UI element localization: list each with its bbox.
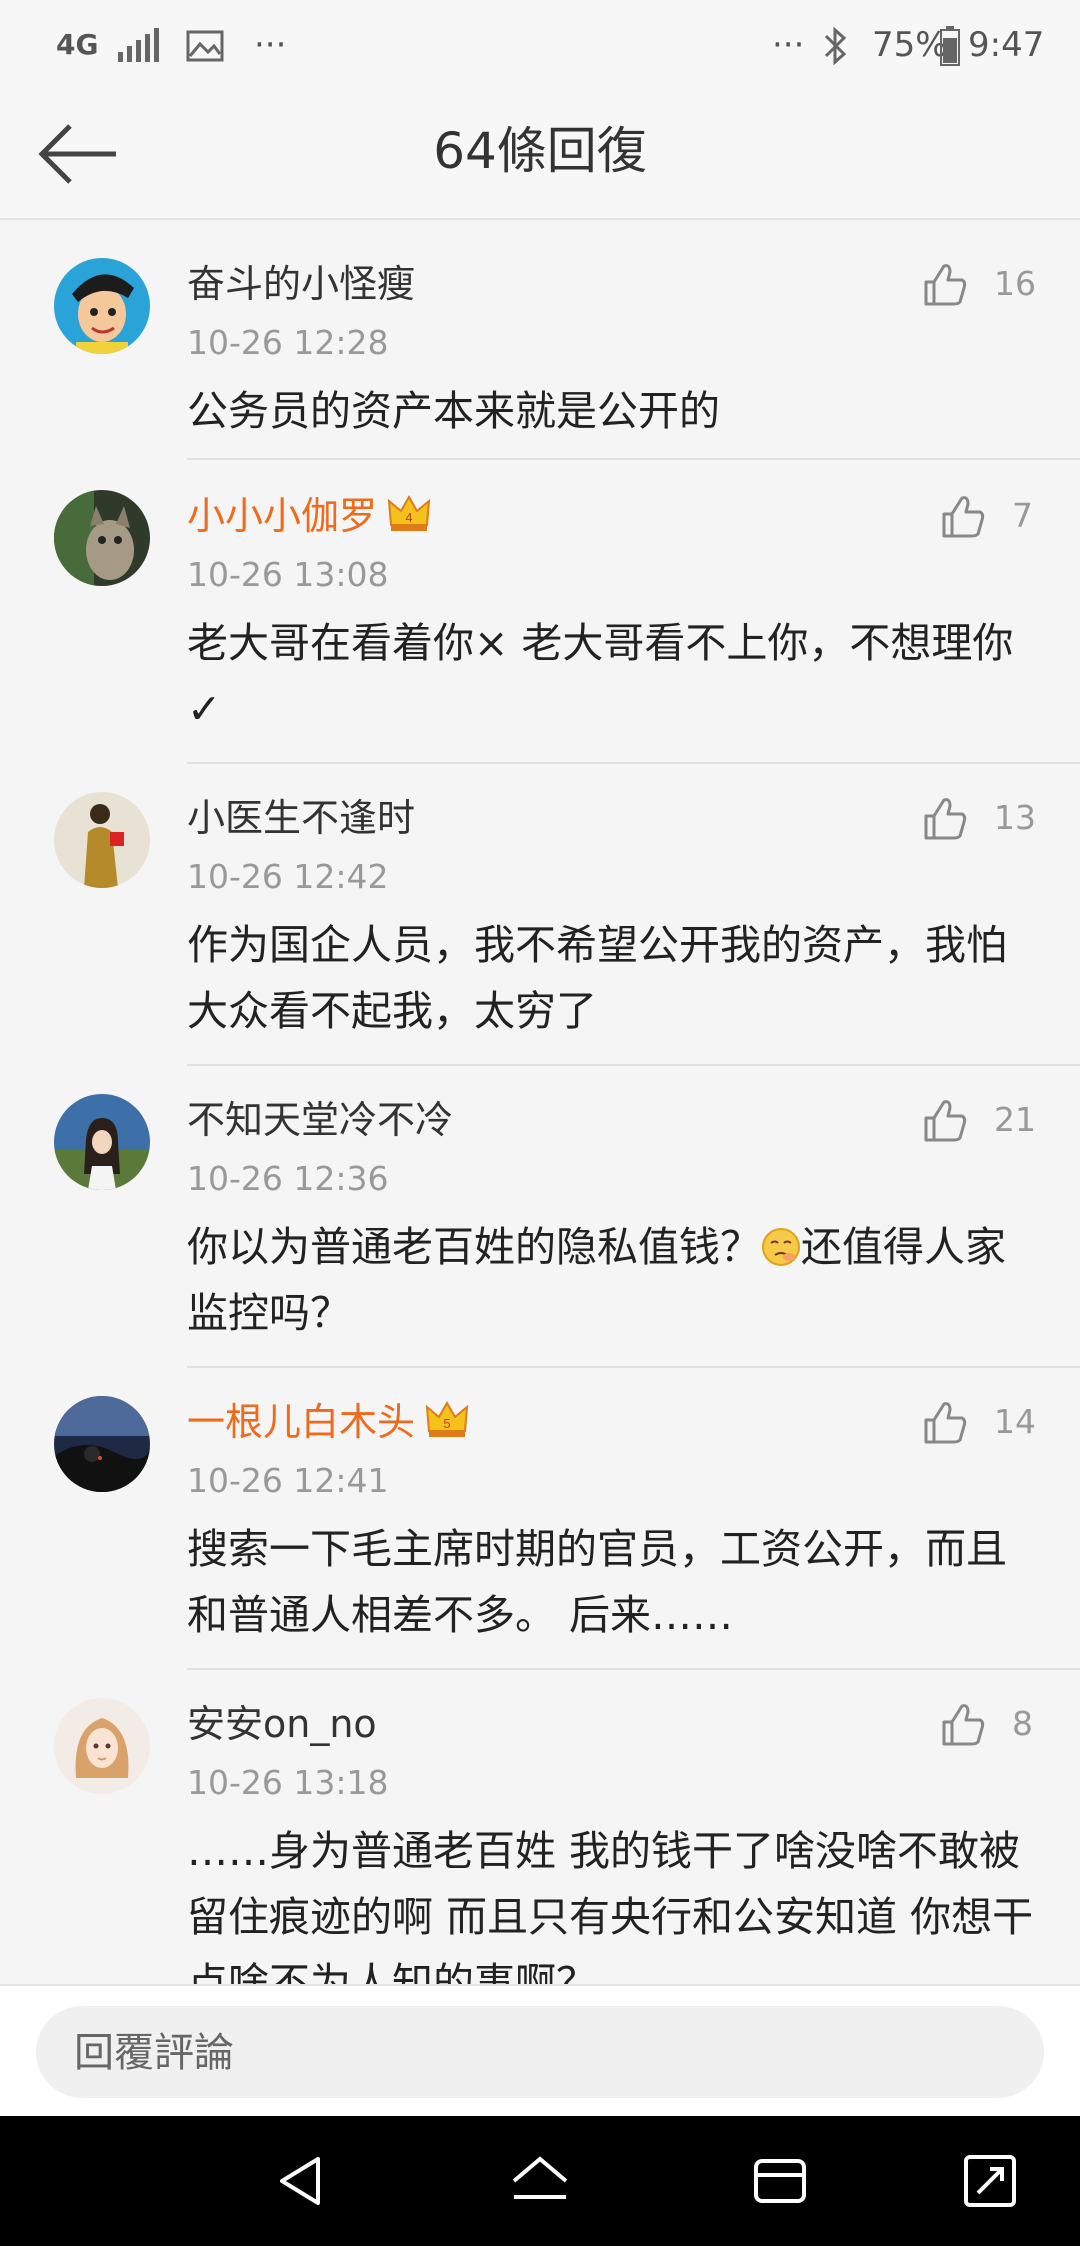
reply-input[interactable]: 回覆評論 — [36, 2006, 1044, 2098]
like-button[interactable] — [940, 1700, 988, 1748]
thumb-up-icon — [924, 264, 967, 306]
comment-text: 你以为普通老百姓的隐私值钱？ 还值得人家监控吗？ — [187, 1214, 1037, 1346]
battery-percent: 75% — [872, 25, 948, 65]
like-button[interactable] — [922, 794, 970, 842]
like-button[interactable] — [922, 1398, 970, 1446]
image-icon — [186, 28, 224, 74]
comment-item: 不知天堂冷不冷 21 10-26 12:36 你以为普通老百姓的隐私值钱？ 还值得… — [0, 1066, 1080, 1368]
more-notifications: ··· — [254, 25, 287, 65]
expand-icon — [964, 2155, 1016, 2207]
reply-placeholder: 回覆評論 — [74, 2030, 234, 2076]
comment-text-part: 你以为普通老百姓的隐私值钱？ — [187, 1223, 761, 1271]
night-avatar-icon — [54, 1396, 150, 1492]
thumb-up-icon — [924, 1402, 967, 1444]
comment-text: ……身为普通老百姓 我的钱干了啥没啥不敢被留住痕迹的啊 而且只有央行和公安知道 … — [187, 1827, 1034, 1984]
vip-crown-icon: 5 — [425, 1397, 469, 1441]
comment-list[interactable]: 奋斗的小怪瘦 16 10-26 12:28 公务员的资产本来就是公开的 小小小伽… — [0, 220, 1080, 1984]
thumb-up-icon — [924, 1100, 967, 1142]
home-icon — [512, 2156, 568, 2199]
like-button[interactable] — [940, 492, 988, 540]
username[interactable]: 奋斗的小怪瘦 — [187, 258, 415, 310]
triangle-back-icon — [280, 2157, 320, 2205]
avatar[interactable] — [54, 258, 150, 354]
comment-item: 安安on_no 8 10-26 13:18 ……身为普通老百姓 我的钱干了啥没啥… — [0, 1670, 1080, 1984]
like-button[interactable] — [922, 260, 970, 308]
comment-text: 搜索一下毛主席时期的官员，工资公开，而且和普通人相差不多。 后来…… — [187, 1525, 1007, 1639]
clock: 9:47 — [968, 25, 1045, 65]
status-bar: 4G ··· ··· 75% 9:47 — [0, 0, 1080, 90]
comment-time: 10-26 12:41 — [187, 1461, 389, 1500]
smirk-emoji-icon — [761, 1220, 801, 1266]
username[interactable]: 小小小伽罗 4 — [187, 490, 431, 542]
nav-expand-button[interactable] — [960, 2151, 1020, 2211]
avatar[interactable] — [54, 1094, 150, 1190]
thumb-up-icon — [942, 496, 985, 538]
bluetooth-icon — [822, 26, 850, 78]
like-count: 21 — [994, 1100, 1036, 1139]
avatar[interactable] — [54, 1698, 150, 1794]
svg-text:4: 4 — [405, 510, 412, 525]
like-count: 13 — [994, 798, 1036, 837]
anime-girl-avatar-icon — [54, 1698, 150, 1794]
username-text: 一根儿白木头 — [187, 1400, 416, 1444]
signal-icon — [118, 28, 160, 74]
person-avatar-icon — [54, 792, 150, 888]
girl-avatar-icon — [54, 1094, 150, 1190]
more-status: ··· — [772, 25, 805, 65]
thumb-up-icon — [942, 1704, 985, 1746]
comment-item: 小医生不逢时 13 10-26 12:42 作为国企人员，我不希望公开我的资产，… — [0, 764, 1080, 1066]
avatar[interactable] — [54, 792, 150, 888]
reply-bar: 回覆評論 — [0, 1984, 1080, 2118]
navigation-bar — [0, 2116, 1080, 2246]
avatar[interactable] — [54, 490, 150, 586]
username[interactable]: 小医生不逢时 — [187, 792, 415, 844]
divider — [187, 458, 1080, 460]
comment-text: 公务员的资产本来就是公开的 — [187, 387, 720, 435]
nav-back-button[interactable] — [270, 2151, 330, 2211]
username[interactable]: 不知天堂冷不冷 — [187, 1094, 453, 1146]
comment-text: 作为国企人员，我不希望公开我的资产，我怕大众看不起我，太穷了 — [187, 921, 1007, 1035]
cartoon-avatar-icon — [54, 258, 150, 354]
like-count: 8 — [1012, 1704, 1033, 1743]
avatar[interactable] — [54, 1396, 150, 1492]
username[interactable]: 安安on_no — [187, 1698, 377, 1750]
nav-recents-button[interactable] — [750, 2151, 810, 2211]
comment-time: 10-26 13:18 — [187, 1763, 389, 1802]
cat-avatar-icon — [54, 490, 150, 586]
vip-crown-icon: 4 — [387, 491, 431, 535]
comment-time: 10-26 12:36 — [187, 1159, 389, 1198]
battery-icon — [940, 26, 960, 78]
like-count: 16 — [994, 264, 1036, 303]
username[interactable]: 一根儿白木头 5 — [187, 1396, 469, 1448]
comment-item: 一根儿白木头 5 14 10-26 12:41 搜索一下毛主席时期的官员，工资公开… — [0, 1368, 1080, 1670]
header: 64條回復 — [0, 90, 1080, 220]
recents-icon — [754, 2159, 806, 2203]
page-title: 64條回復 — [433, 122, 647, 180]
comment-time: 10-26 13:08 — [187, 555, 389, 594]
comment-time: 10-26 12:42 — [187, 857, 389, 896]
comment-item: 奋斗的小怪瘦 16 10-26 12:28 公务员的资产本来就是公开的 — [0, 230, 1080, 460]
like-count: 7 — [1012, 496, 1033, 535]
nav-home-button[interactable] — [510, 2151, 570, 2211]
svg-text:5: 5 — [443, 1416, 450, 1431]
thumb-up-icon — [924, 798, 967, 840]
like-count: 14 — [994, 1402, 1036, 1441]
comment-time: 10-26 12:28 — [187, 323, 389, 362]
like-button[interactable] — [922, 1096, 970, 1144]
username-text: 小小小伽罗 — [187, 494, 378, 538]
comment-item: 小小小伽罗 4 7 10-26 13:08 老大哥在看着你× 老大哥看不上你，不想… — [0, 462, 1080, 764]
comment-text: 老大哥在看着你× 老大哥看不上你，不想理你✓ — [187, 619, 1014, 733]
network-type: 4G — [56, 28, 99, 61]
